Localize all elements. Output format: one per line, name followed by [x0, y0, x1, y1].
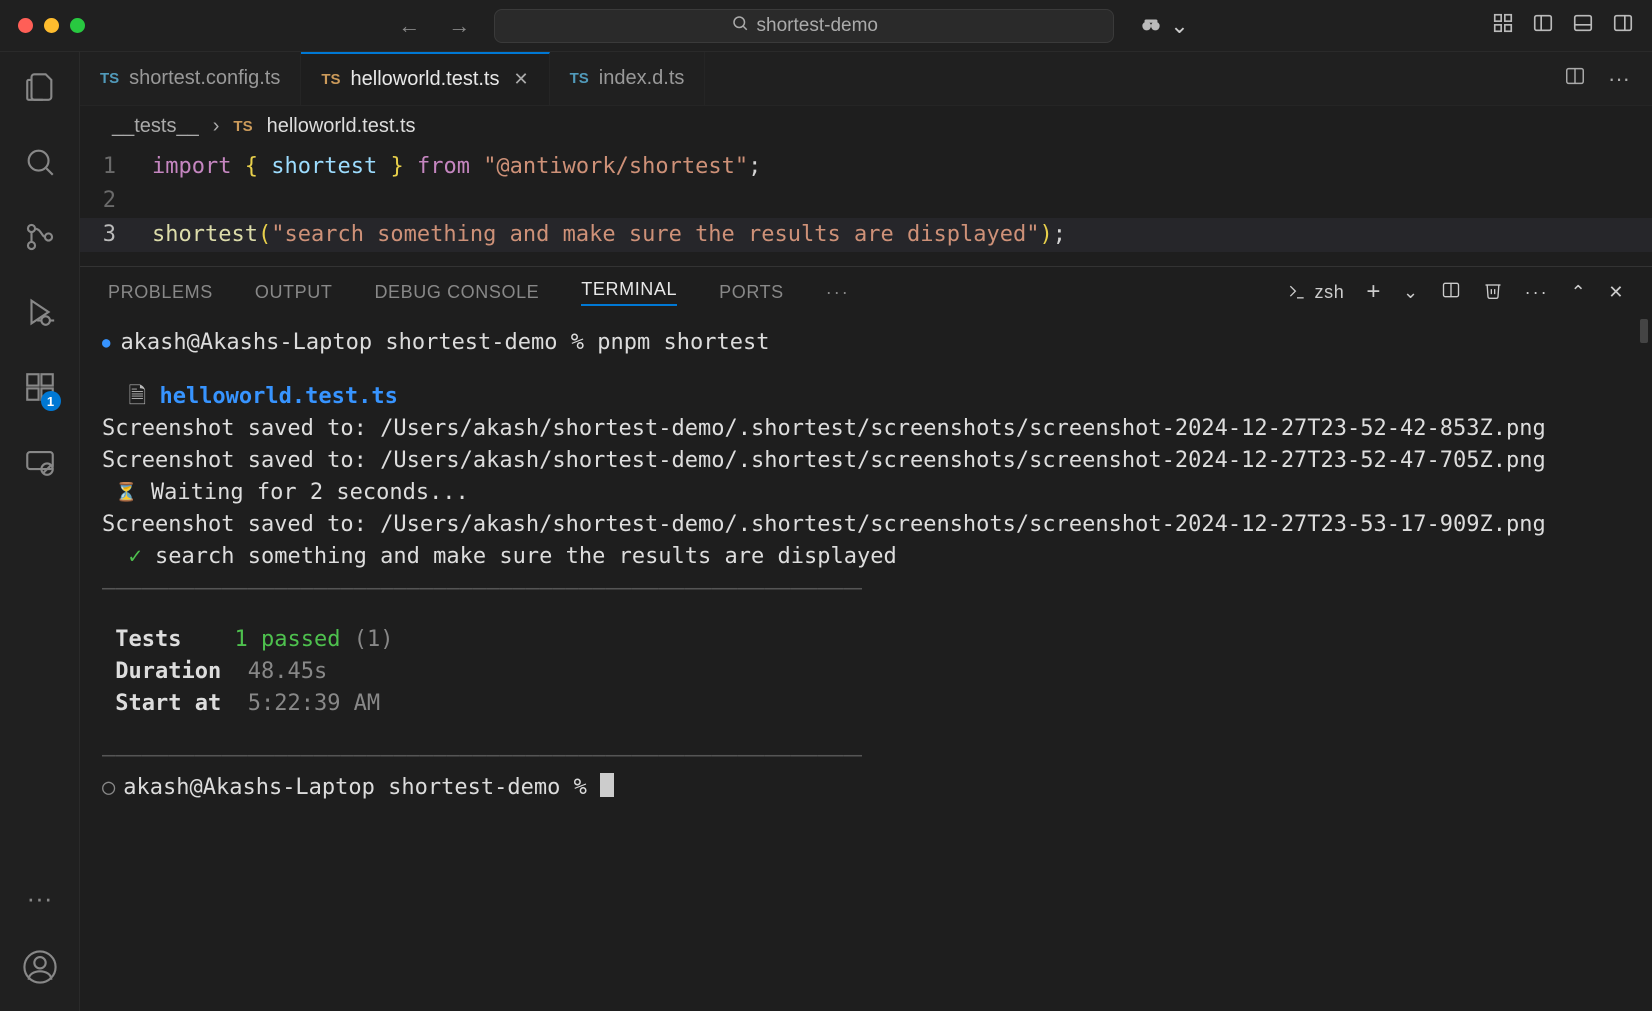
window-controls [18, 18, 85, 33]
line-number: 3 [80, 218, 152, 252]
terminal-line: ⏳⌛ Waiting for 2 seconds... Waiting for … [102, 477, 1624, 509]
terminal[interactable]: ●akash@Akashs-Laptop shortest-demo % pnp… [80, 317, 1652, 1011]
explorer-icon[interactable] [23, 70, 57, 109]
terminal-line: Screenshot saved to: /Users/akash/shorte… [102, 509, 1624, 541]
close-window-button[interactable] [18, 18, 33, 33]
panel-overflow-icon[interactable]: ··· [826, 282, 850, 303]
new-terminal-icon[interactable]: + [1366, 278, 1381, 306]
maximize-window-button[interactable] [70, 18, 85, 33]
accounts-icon[interactable] [23, 950, 57, 989]
command-center[interactable]: shortest-demo [494, 9, 1114, 43]
nav-back-icon[interactable]: ← [398, 13, 420, 39]
tab-helloworld-test[interactable]: TS helloworld.test.ts ✕ [301, 52, 549, 105]
remote-explorer-icon[interactable] [23, 445, 57, 484]
panel-tab-debug[interactable]: DEBUG CONSOLE [374, 282, 539, 303]
toggle-sidebar-icon[interactable] [1532, 12, 1554, 39]
panel-tab-terminal[interactable]: TERMINAL [581, 279, 677, 306]
toggle-panel-icon[interactable] [1572, 12, 1594, 39]
kill-terminal-icon[interactable] [1483, 280, 1503, 305]
code-editor[interactable]: 1 import { shortest } from "@antiwork/sh… [80, 146, 1652, 266]
terminal-line: Screenshot saved to: /Users/akash/shorte… [102, 445, 1624, 477]
summary-duration-label: Duration [115, 659, 221, 684]
summary-start-label: Start at [115, 691, 221, 716]
terminal-prompt: akash@Akashs-Laptop shortest-demo % [123, 775, 600, 800]
terminal-file: helloworld.test.ts [159, 384, 397, 409]
terminal-profile[interactable]: zsh [1287, 282, 1345, 303]
extensions-icon[interactable]: 1 [23, 370, 57, 409]
search-icon[interactable] [23, 145, 57, 184]
typescript-icon: TS [100, 70, 119, 87]
more-actions-icon[interactable]: ··· [1525, 282, 1549, 303]
line-number: 1 [80, 150, 152, 184]
tab-label: shortest.config.ts [129, 67, 280, 90]
terminal-prompt: akash@Akashs-Laptop shortest-demo % pnpm… [120, 330, 769, 355]
typescript-icon: TS [321, 71, 340, 88]
source-control-icon[interactable] [23, 220, 57, 259]
panel-tab-problems[interactable]: PROBLEMS [108, 282, 213, 303]
terminal-line: Screenshot saved to: /Users/akash/shorte… [102, 413, 1624, 445]
check-icon: ✓ [129, 544, 142, 569]
minimize-window-button[interactable] [44, 18, 59, 33]
file-icon: 🗎 [129, 384, 147, 409]
extensions-badge: 1 [41, 391, 61, 411]
ellipsis-icon[interactable]: ··· [27, 883, 53, 914]
chevron-down-icon[interactable]: ⌄ [1403, 282, 1419, 303]
summary-tests-label: Tests [115, 627, 181, 652]
window-title: shortest-demo [757, 15, 878, 37]
bottom-panel: PROBLEMS OUTPUT DEBUG CONSOLE TERMINAL P… [80, 266, 1652, 1011]
panel-tab-ports[interactable]: PORTS [719, 282, 784, 303]
run-debug-icon[interactable] [23, 295, 57, 334]
panel-tab-output[interactable]: OUTPUT [255, 282, 333, 303]
search-icon [731, 14, 749, 38]
terminal-cursor [600, 773, 614, 797]
terminal-pass-line: search something and make sure the resul… [142, 544, 897, 569]
tab-label: helloworld.test.ts [351, 68, 500, 91]
breadcrumb[interactable]: __tests__ › TS helloworld.test.ts [80, 106, 1652, 146]
close-tab-icon[interactable]: ✕ [514, 69, 529, 90]
line-number: 2 [80, 184, 152, 218]
split-terminal-icon[interactable] [1441, 280, 1461, 305]
tab-shortest-config[interactable]: TS shortest.config.ts [80, 52, 301, 105]
divider: ––––––––––––––––––––––––––––––––––––––––… [102, 573, 862, 605]
divider: ––––––––––––––––––––––––––––––––––––––––… [102, 740, 862, 772]
nav-forward-icon[interactable]: → [448, 13, 470, 39]
chevron-down-icon: ⌄ [1170, 13, 1188, 39]
tab-bar: TS shortest.config.ts TS helloworld.test… [80, 52, 1652, 106]
tab-index-dts[interactable]: TS index.d.ts [550, 52, 706, 105]
breadcrumb-sep: › [213, 115, 220, 138]
breadcrumb-file: helloworld.test.ts [267, 115, 416, 138]
scrollbar[interactable] [1640, 319, 1648, 343]
split-editor-icon[interactable] [1564, 65, 1586, 92]
close-panel-icon[interactable]: ✕ [1608, 282, 1624, 303]
maximize-panel-icon[interactable]: ⌃ [1571, 282, 1587, 303]
more-actions-icon[interactable]: ··· [1608, 66, 1630, 92]
breadcrumb-folder: __tests__ [112, 115, 199, 138]
activity-bar: 1 ··· [0, 52, 80, 1011]
toggle-secondary-sidebar-icon[interactable] [1612, 12, 1634, 39]
layout-customize-icon[interactable] [1492, 12, 1514, 39]
typescript-icon: TS [233, 118, 252, 135]
copilot-button[interactable]: ⌄ [1138, 13, 1188, 39]
typescript-icon: TS [570, 70, 589, 87]
title-bar: ← → shortest-demo ⌄ [0, 0, 1652, 52]
tab-label: index.d.ts [599, 67, 685, 90]
